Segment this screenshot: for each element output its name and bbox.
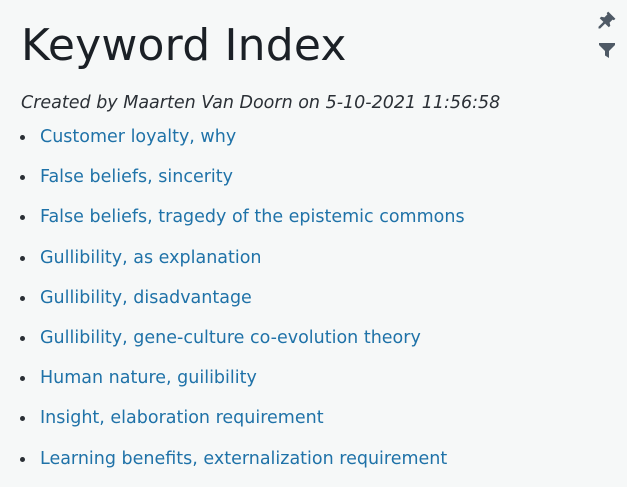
bullet-icon	[20, 335, 25, 341]
filter-button[interactable]	[595, 38, 619, 62]
list-item: Learning benefits, externalization requi…	[0, 442, 465, 482]
list-item: Customer loyalty, why	[0, 120, 465, 160]
keyword-link[interactable]: False beliefs, tragedy of the epistemic …	[40, 207, 465, 227]
bullet-icon	[20, 295, 25, 301]
filter-icon	[597, 40, 617, 60]
bullet-icon	[20, 416, 25, 422]
page-toolbar	[595, 8, 621, 68]
list-item: Gullibility, gene-culture co-evolution t…	[0, 321, 465, 361]
page-title: Keyword Index	[21, 20, 347, 71]
list-item: False beliefs, tragedy of the epistemic …	[0, 200, 465, 240]
bullet-icon	[20, 215, 25, 221]
keyword-link[interactable]: Gullibility, as explanation	[40, 248, 262, 268]
keyword-link[interactable]: Gullibility, disadvantage	[40, 288, 252, 308]
keyword-link[interactable]: Gullibility, gene-culture co-evolution t…	[40, 328, 421, 348]
list-item: Human nature, guilibility	[0, 361, 465, 401]
pin-icon	[597, 10, 617, 30]
bullet-icon	[20, 175, 25, 181]
keyword-link[interactable]: Human nature, guilibility	[40, 368, 257, 388]
list-item: Gullibility, as explanation	[0, 241, 465, 281]
keyword-index-page: Keyword Index Created by Maarten Van Doo…	[0, 0, 627, 487]
list-item: False beliefs, sincerity	[0, 160, 465, 200]
pin-button[interactable]	[595, 8, 619, 32]
keyword-link[interactable]: Customer loyalty, why	[40, 127, 236, 147]
keyword-link[interactable]: Insight, elaboration requirement	[40, 408, 324, 428]
keyword-list: Customer loyalty, why False beliefs, sin…	[0, 120, 465, 482]
created-by-line: Created by Maarten Van Doorn on 5-10-202…	[21, 93, 501, 113]
keyword-link[interactable]: False beliefs, sincerity	[40, 167, 233, 187]
list-item: Gullibility, disadvantage	[0, 281, 465, 321]
bullet-icon	[20, 376, 25, 382]
bullet-icon	[20, 456, 25, 462]
keyword-link[interactable]: Learning benefits, externalization requi…	[40, 449, 447, 469]
list-item: Insight, elaboration requirement	[0, 401, 465, 441]
bullet-icon	[20, 135, 25, 140]
bullet-icon	[20, 255, 25, 261]
